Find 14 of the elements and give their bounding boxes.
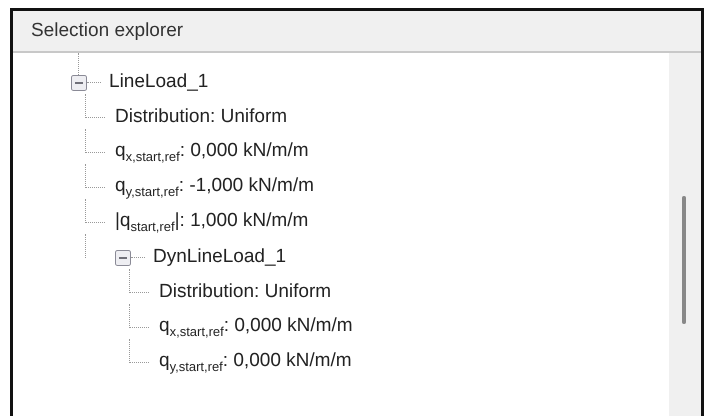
tree-item[interactable]: DynLineLoad_1 — [153, 246, 286, 269]
tree-item[interactable]: Distribution: Uniform — [115, 106, 288, 129]
tree-item[interactable]: Distribution: Uniform — [159, 281, 332, 304]
scrollbar[interactable] — [669, 53, 701, 416]
scrollbar-thumb[interactable] — [682, 196, 686, 324]
panel-title: Selection explorer — [31, 20, 184, 42]
collapse-icon[interactable] — [71, 74, 87, 90]
tree-item[interactable]: q$_{y,start,ref}$: -1,000 kN/m/m — [115, 175, 314, 200]
tree-item[interactable]: q$_{x,start,ref}$: 0,000 kN/m/m — [115, 140, 309, 165]
tree-item[interactable]: |q$_{start,ref}$|: 1,000 kN/m/m — [115, 210, 308, 235]
tree-item[interactable]: q$_{y,start,ref}$: 0,000 kN/m/m — [159, 350, 352, 375]
tree-item[interactable]: q$_{x,start,ref}$: 0,000 kN/m/m — [159, 315, 353, 340]
tree-item[interactable]: LineLoad_1 — [109, 71, 208, 94]
collapse-icon[interactable] — [115, 250, 131, 266]
